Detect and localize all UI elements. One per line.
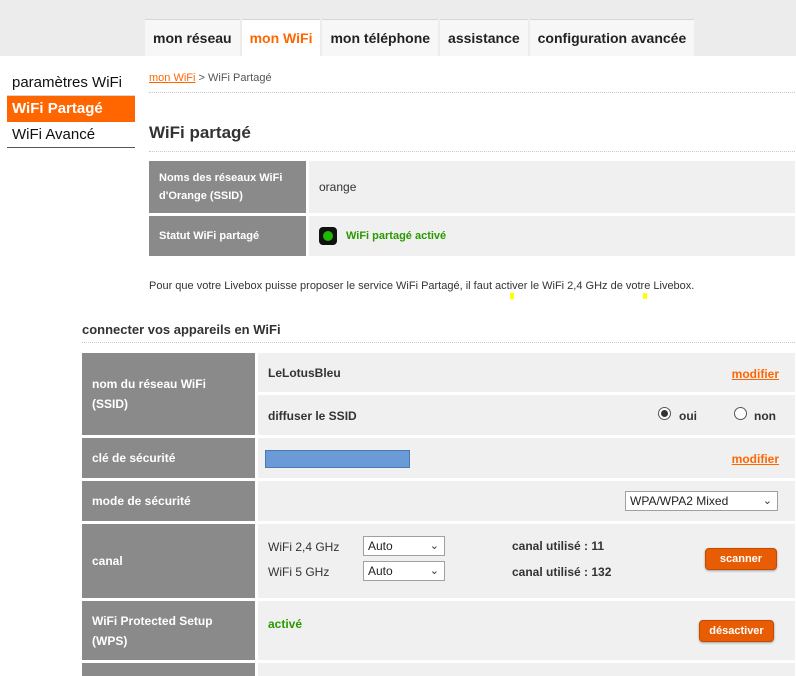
ssid-subrow: LeLotusBleu modifier: [258, 353, 795, 392]
wifi24-channel-select[interactable]: Auto ⌄: [363, 536, 445, 556]
tab-assistance[interactable]: assistance: [440, 19, 528, 56]
breadcrumb-separator: >: [195, 72, 208, 84]
security-key-hidden-field: [265, 450, 410, 468]
config-row-ssid: nom du réseau WiFi (SSID) LeLotusBleu mo…: [82, 353, 795, 435]
info-label-status: Statut WiFi partagé: [149, 216, 306, 256]
chevron-down-icon: ⌄: [762, 495, 772, 507]
tab-mon-telephone[interactable]: mon téléphone: [322, 19, 439, 56]
security-mode-value: WPA/WPA2 Mixed: [630, 494, 729, 508]
wifi5-label: WiFi 5 GHz: [268, 565, 330, 579]
sidebar-item-wifi-partage[interactable]: WiFi Partagé: [7, 96, 135, 122]
info-row-status: Statut WiFi partagé WiFi partagé activé: [149, 216, 795, 256]
tab-configuration-avancee[interactable]: configuration avancée: [529, 19, 695, 56]
scan-button[interactable]: scanner: [705, 548, 777, 570]
status-led-icon: [319, 227, 337, 245]
config-row-mode: mode de sécurité WPA/WPA2 Mixed ⌄: [82, 481, 795, 521]
broadcast-yes-label: oui: [679, 409, 697, 423]
broadcast-yes-radio[interactable]: [658, 407, 671, 420]
page-title: WiFi partagé: [149, 123, 251, 142]
tab-mon-reseau[interactable]: mon réseau: [145, 19, 240, 56]
config-label-next: [82, 663, 255, 676]
highlight-mark: [510, 293, 514, 299]
wifi5-channel-value: Auto: [368, 564, 393, 578]
config-body-ssid: LeLotusBleu modifier diffuser le SSID ou…: [258, 353, 795, 435]
sidebar-item-parametres-wifi[interactable]: paramètres WiFi: [7, 70, 135, 96]
key-subrow: modifier: [258, 438, 795, 478]
tab-mon-wifi[interactable]: mon WiFi: [241, 19, 321, 56]
main-tabs: mon réseau mon WiFi mon téléphone assist…: [145, 19, 696, 56]
config-label-mode: mode de sécurité: [82, 481, 255, 521]
wifi-shared-info-table: Noms des réseaux WiFi d'Orange (SSID) or…: [149, 161, 795, 259]
wifi24-used-channel: canal utilisé : 11: [512, 539, 605, 553]
wifi24-label: WiFi 2,4 GHz: [268, 540, 340, 554]
ssid-value: LeLotusBleu: [268, 366, 341, 380]
broadcast-no-radio[interactable]: [734, 407, 747, 420]
config-body-channel: WiFi 2,4 GHz Auto ⌄ canal utilisé : 11 W…: [258, 524, 795, 598]
highlight-mark: [643, 293, 647, 299]
sidebar: paramètres WiFi WiFi Partagé WiFi Avancé: [7, 70, 135, 148]
config-label-channel: canal: [82, 524, 255, 598]
mode-subrow: WPA/WPA2 Mixed ⌄: [258, 481, 795, 521]
wps-subrow: activé désactiver: [258, 601, 795, 660]
info-value-status: WiFi partagé activé: [309, 216, 795, 256]
wifi5-channel-select[interactable]: Auto ⌄: [363, 561, 445, 581]
info-row-ssid: Noms des réseaux WiFi d'Orange (SSID) or…: [149, 161, 795, 213]
config-label-ssid: nom du réseau WiFi (SSID): [82, 353, 255, 435]
config-row-wps: WiFi Protected Setup (WPS) activé désact…: [82, 601, 795, 660]
config-body-next: [258, 663, 795, 676]
security-mode-select[interactable]: WPA/WPA2 Mixed ⌄: [625, 491, 778, 511]
next-subrow: [258, 663, 795, 676]
sidebar-item-wifi-avance[interactable]: WiFi Avancé: [7, 122, 135, 148]
broadcast-subrow: diffuser le SSID oui non: [258, 395, 795, 435]
breadcrumb-current: WiFi Partagé: [208, 72, 272, 84]
config-body-key: modifier: [258, 438, 795, 478]
channel-subrow: WiFi 2,4 GHz Auto ⌄ canal utilisé : 11 W…: [258, 524, 795, 598]
config-body-wps: activé désactiver: [258, 601, 795, 660]
wps-status: activé: [268, 617, 303, 631]
divider: [82, 342, 795, 343]
config-body-mode: WPA/WPA2 Mixed ⌄: [258, 481, 795, 521]
chevron-down-icon: ⌄: [429, 540, 439, 552]
status-text: WiFi partagé activé: [346, 230, 447, 242]
modify-ssid-link[interactable]: modifier: [732, 367, 779, 381]
config-row-channel: canal WiFi 2,4 GHz Auto ⌄ canal utilisé …: [82, 524, 795, 598]
config-row-next: [82, 663, 795, 676]
broadcast-no-label: non: [754, 409, 776, 423]
config-row-key: clé de sécurité modifier: [82, 438, 795, 478]
info-label-ssid: Noms des réseaux WiFi d'Orange (SSID): [149, 161, 306, 213]
info-value-ssid: orange: [309, 161, 795, 213]
modify-key-link[interactable]: modifier: [732, 452, 779, 466]
config-label-wps: WiFi Protected Setup (WPS): [82, 601, 255, 660]
breadcrumb: mon WiFi > WiFi Partagé: [149, 72, 272, 84]
section-title: connecter vos appareils en WiFi: [82, 322, 281, 337]
top-navigation-bar: mon réseau mon WiFi mon téléphone assist…: [0, 0, 796, 56]
divider: [149, 151, 795, 152]
wps-disable-button[interactable]: désactiver: [699, 620, 774, 642]
wifi5-used-channel: canal utilisé : 132: [512, 565, 612, 579]
broadcast-label: diffuser le SSID: [268, 409, 357, 423]
notice-text: Pour que votre Livebox puisse proposer l…: [149, 280, 695, 292]
config-label-key: clé de sécurité: [82, 438, 255, 478]
breadcrumb-link-mon-wifi[interactable]: mon WiFi: [149, 72, 195, 84]
divider: [149, 92, 795, 93]
wifi24-channel-value: Auto: [368, 539, 393, 553]
chevron-down-icon: ⌄: [429, 565, 439, 577]
